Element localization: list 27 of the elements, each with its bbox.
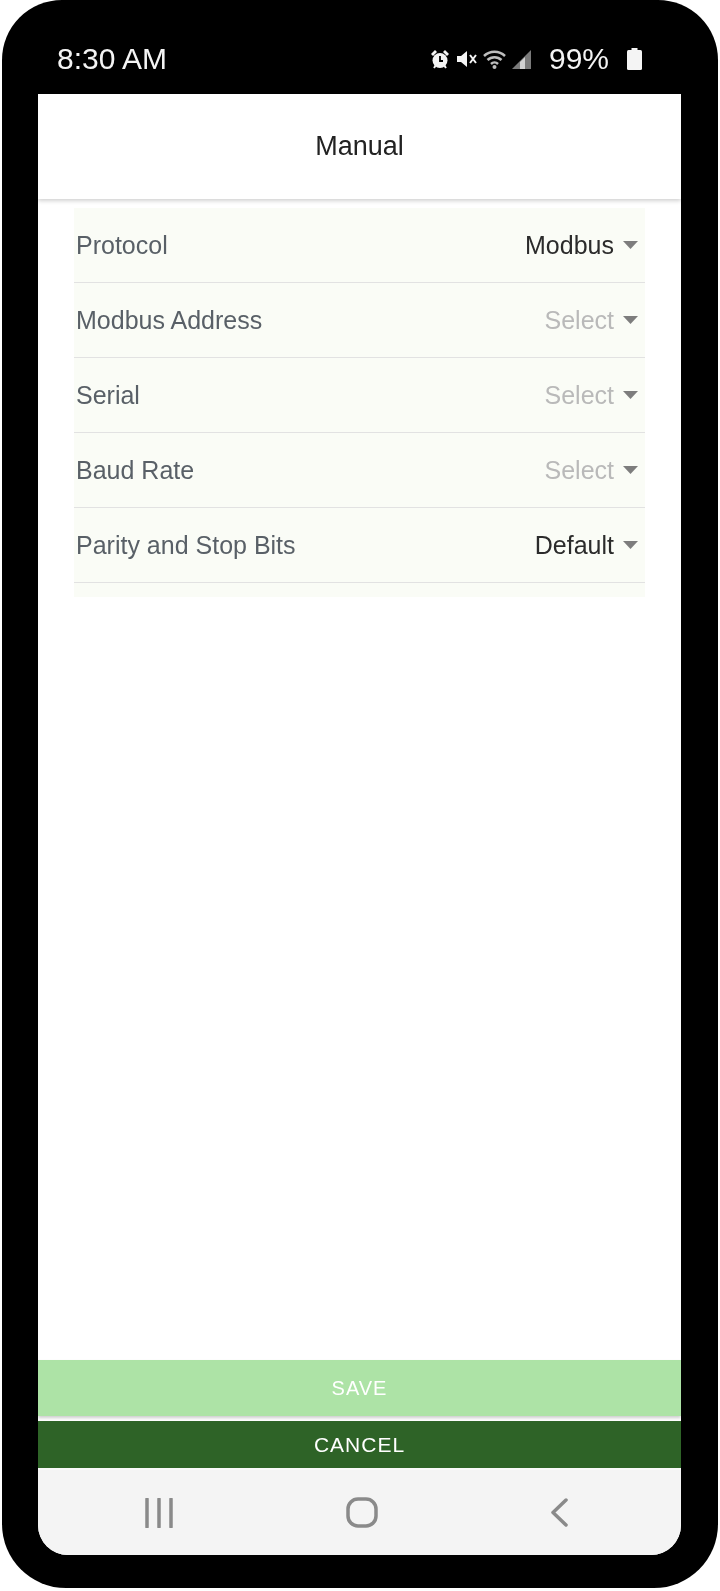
status-time: 8:30 AM <box>57 44 168 74</box>
home-icon[interactable] <box>345 1497 378 1528</box>
caret-icon <box>623 316 638 324</box>
mute-icon <box>455 49 477 69</box>
setting-label: Baud Rate <box>76 455 195 485</box>
setting-label: Serial <box>76 380 140 410</box>
select-dropdown[interactable]: Select <box>544 380 638 410</box>
battery-percentage: 99% <box>548 44 609 74</box>
alarm-icon <box>429 49 450 69</box>
caret-icon <box>623 541 638 549</box>
wifi-icon <box>482 49 506 69</box>
recent-apps-icon[interactable] <box>145 1497 173 1528</box>
back-icon[interactable] <box>550 1498 568 1527</box>
setting-label: Parity and Stop Bits <box>76 530 296 560</box>
select-dropdown[interactable]: Select <box>544 455 638 485</box>
select-dropdown[interactable]: Modbus <box>525 230 638 260</box>
setting-label: Protocol <box>76 230 168 260</box>
setting-label: Modbus Address <box>76 305 263 335</box>
select-dropdown[interactable]: Default <box>534 530 638 560</box>
caret-icon <box>623 391 638 399</box>
select-dropdown[interactable]: Select <box>544 305 638 335</box>
caret-icon <box>623 241 638 249</box>
caret-icon <box>623 466 638 474</box>
battery-icon <box>627 48 642 70</box>
screen-title: Manual <box>315 131 404 162</box>
signal-icon <box>511 49 531 69</box>
cancel-button[interactable]: CANCEL <box>38 1421 681 1468</box>
